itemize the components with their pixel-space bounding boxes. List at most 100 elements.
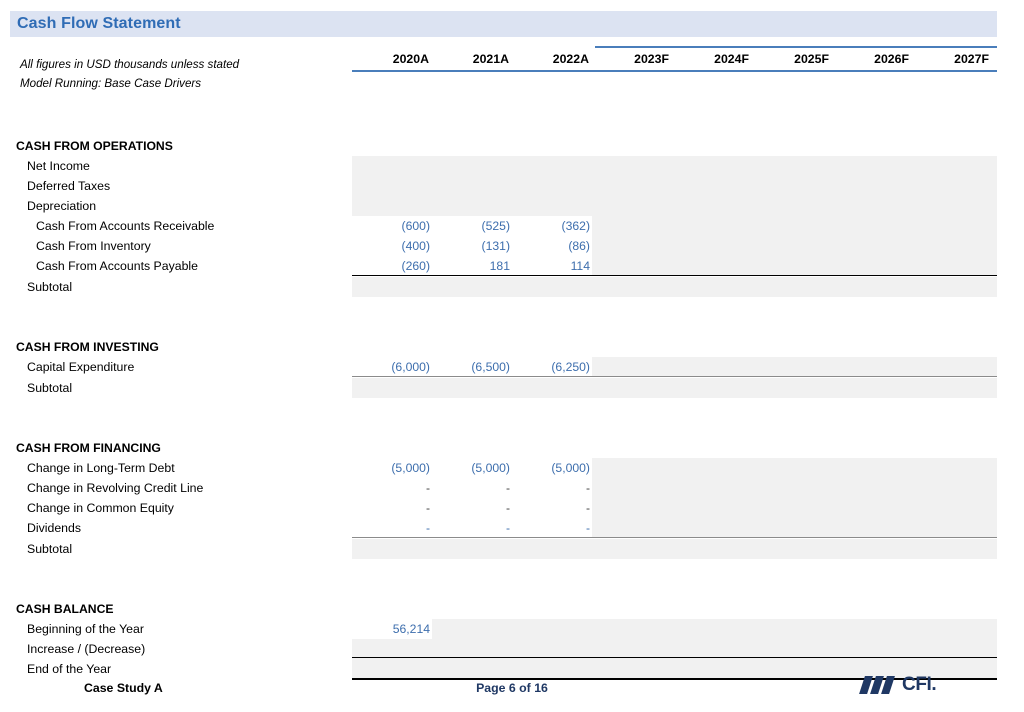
cell-2022a[interactable]: (6,250) (512, 357, 592, 377)
cell-2020a[interactable] (352, 176, 432, 196)
cell-2020a[interactable] (352, 156, 432, 176)
row-label: Dividends (27, 521, 81, 535)
row-values: (600) (525) (362) (352, 216, 997, 236)
row-label: Increase / (Decrease) (27, 642, 146, 656)
column-header-2027f: 2027F (954, 52, 989, 66)
row-values (352, 639, 997, 659)
cell-2022a[interactable] (512, 639, 592, 659)
row-label: Capital Expenditure (27, 360, 135, 374)
cell-2022a[interactable] (512, 659, 592, 679)
cell-2022a[interactable] (512, 176, 592, 196)
cell-2020a[interactable] (352, 378, 432, 398)
row-change-in-common-equity: Change in Common Equity - - - (0, 498, 1024, 518)
row-values (352, 156, 997, 176)
cell-2020a[interactable]: (400) (352, 236, 432, 256)
cell-2022a[interactable]: 114 (512, 256, 592, 276)
cell-2021a[interactable]: 181 (432, 256, 512, 276)
cell-2021a[interactable] (432, 156, 512, 176)
row-label: Cash From Accounts Payable (36, 259, 198, 273)
cell-2021a[interactable]: (525) (432, 216, 512, 236)
cell-2020a[interactable]: - (352, 478, 432, 498)
cell-2020a[interactable]: (260) (352, 256, 432, 276)
cell-2022a[interactable]: - (512, 478, 592, 498)
cell-2022a[interactable]: - (512, 498, 592, 518)
column-header-2024f: 2024F (714, 52, 749, 66)
row-cash-from-accounts-receivable: Cash From Accounts Receivable (600) (525… (0, 216, 1024, 236)
section-heading-financing: CASH FROM FINANCING (0, 438, 1024, 458)
row-increase-decrease: Increase / (Decrease) (0, 639, 1024, 659)
row-values (352, 176, 997, 196)
cell-2021a[interactable] (432, 378, 512, 398)
cell-2020a[interactable]: (600) (352, 216, 432, 236)
column-header-2022a: 2022A (552, 52, 589, 66)
cell-2021a[interactable]: (131) (432, 236, 512, 256)
cell-2020a[interactable] (352, 196, 432, 216)
row-label: Beginning of the Year (27, 622, 144, 636)
row-change-in-long-term-debt: Change in Long-Term Debt (5,000) (5,000)… (0, 458, 1024, 478)
cell-2020a[interactable] (352, 639, 432, 659)
cell-2022a[interactable] (512, 196, 592, 216)
cell-2022a[interactable] (512, 277, 592, 297)
row-values: (5,000) (5,000) (5,000) (352, 458, 997, 478)
row-label: Subtotal (27, 280, 73, 294)
statement-title-bar: Cash Flow Statement (10, 11, 997, 37)
row-cash-from-inventory: Cash From Inventory (400) (131) (86) (0, 236, 1024, 256)
row-values: - - - (352, 518, 997, 538)
cell-2021a[interactable] (432, 176, 512, 196)
cell-2021a[interactable] (432, 659, 512, 679)
cell-2020a[interactable] (352, 277, 432, 297)
row-dividends: Dividends - - - (0, 518, 1024, 538)
row-label: Net Income (27, 159, 90, 173)
cell-2022a[interactable]: (5,000) (512, 458, 592, 478)
cell-2022a[interactable]: (86) (512, 236, 592, 256)
row-net-income: Net Income (0, 156, 1024, 176)
cell-2021a[interactable]: (6,500) (432, 357, 512, 377)
row-values: (6,000) (6,500) (6,250) (352, 357, 997, 377)
cell-2020a[interactable]: (5,000) (352, 458, 432, 478)
row-label: End of the Year (27, 662, 112, 676)
cell-2022a[interactable]: (362) (512, 216, 592, 236)
cell-2022a[interactable] (512, 378, 592, 398)
cell-2021a[interactable] (432, 277, 512, 297)
cell-2020a[interactable] (352, 659, 432, 679)
row-label: Depreciation (27, 199, 97, 213)
cfi-bars-icon (859, 676, 902, 694)
row-beginning-of-the-year: Beginning of the Year 56,214 (0, 619, 1024, 639)
row-operations-subtotal: Subtotal (0, 277, 1024, 297)
cell-2021a[interactable] (432, 539, 512, 559)
section-heading-investing: CASH FROM INVESTING (0, 337, 1024, 357)
column-header-2021a: 2021A (472, 52, 509, 66)
cell-2020a[interactable]: - (352, 498, 432, 518)
cell-2022a[interactable] (512, 619, 592, 639)
section-title: CASH BALANCE (16, 602, 114, 616)
page-title: Cash Flow Statement (17, 15, 181, 32)
row-cash-from-accounts-payable: Cash From Accounts Payable (260) 181 114 (0, 256, 1024, 276)
cell-2021a[interactable]: - (432, 478, 512, 498)
cell-2020a[interactable]: 56,214 (352, 619, 432, 639)
cell-2021a[interactable] (432, 639, 512, 659)
row-capital-expenditure: Capital Expenditure (6,000) (6,500) (6,2… (0, 357, 1024, 377)
row-investing-subtotal: Subtotal (0, 378, 1024, 398)
cell-2020a[interactable]: - (352, 518, 432, 538)
section-title: CASH FROM OPERATIONS (16, 139, 173, 153)
cfi-logo: CFI. (859, 674, 952, 698)
cell-2021a[interactable]: - (432, 518, 512, 538)
cell-2020a[interactable] (352, 539, 432, 559)
section-title: CASH FROM INVESTING (16, 340, 159, 354)
row-values (352, 378, 997, 398)
cell-2021a[interactable]: (5,000) (432, 458, 512, 478)
cell-2021a[interactable] (432, 619, 512, 639)
cash-flow-statement-sheet: Cash Flow Statement All figures in USD t… (0, 0, 1024, 712)
cell-2022a[interactable] (512, 156, 592, 176)
cell-2021a[interactable]: - (432, 498, 512, 518)
row-label: Deferred Taxes (27, 179, 111, 193)
cell-2021a[interactable] (432, 196, 512, 216)
row-label: Cash From Accounts Receivable (36, 219, 215, 233)
row-depreciation: Depreciation (0, 196, 1024, 216)
cell-2020a[interactable]: (6,000) (352, 357, 432, 377)
cell-2022a[interactable]: - (512, 518, 592, 538)
row-label: Change in Revolving Credit Line (27, 481, 204, 495)
row-label: Subtotal (27, 381, 73, 395)
cell-2022a[interactable] (512, 539, 592, 559)
row-label: Change in Long-Term Debt (27, 461, 175, 475)
